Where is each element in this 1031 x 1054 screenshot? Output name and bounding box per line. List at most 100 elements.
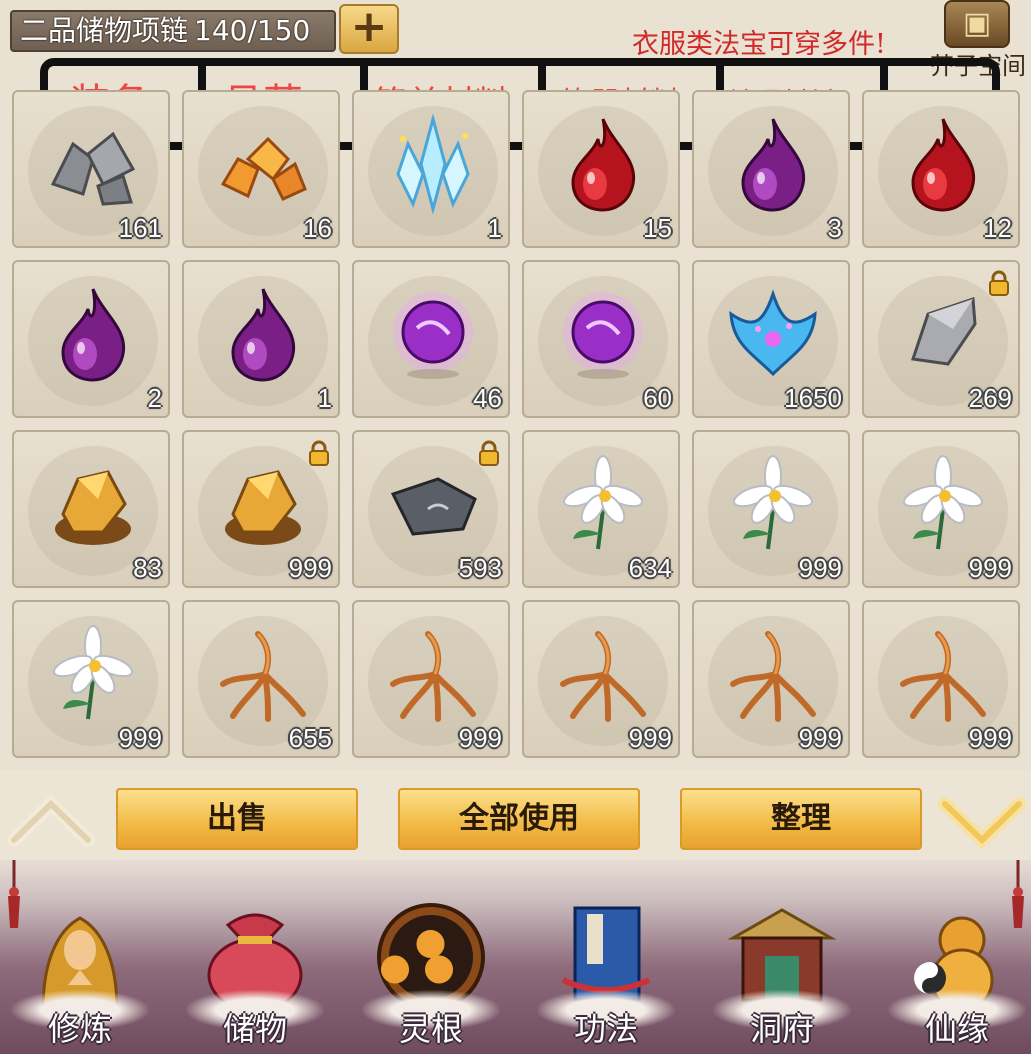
scroll-up-icon[interactable] bbox=[6, 790, 96, 850]
white-lily-icon bbox=[43, 624, 143, 724]
nav-cultivate[interactable]: 修炼 bbox=[5, 880, 155, 1054]
nav-label: 仙缘 bbox=[924, 1010, 989, 1048]
item-quantity: 999 bbox=[288, 553, 332, 583]
nav-label: 修炼 bbox=[47, 1010, 112, 1048]
item-quantity: 3 bbox=[827, 213, 842, 243]
item-quantity: 999 bbox=[798, 553, 842, 583]
scroll-down-icon[interactable] bbox=[937, 790, 1027, 850]
item-quantity: 999 bbox=[968, 723, 1012, 753]
ginseng-root-icon bbox=[553, 624, 653, 724]
nav-skill[interactable]: 功法 bbox=[531, 880, 681, 1054]
nav-label: 储物 bbox=[222, 1010, 287, 1048]
item-quantity: 2 bbox=[147, 383, 162, 413]
storage-name: 二品储物项链 bbox=[20, 14, 189, 47]
orange-ore-icon bbox=[213, 114, 313, 214]
item-slot[interactable]: 46 bbox=[352, 260, 510, 418]
tassel-right-icon bbox=[1012, 860, 1024, 928]
ice-crystal-icon bbox=[383, 114, 483, 214]
item-quantity: 1 bbox=[317, 383, 332, 413]
item-slot[interactable]: 1 bbox=[182, 260, 340, 418]
item-slot[interactable]: 999 bbox=[522, 600, 680, 758]
expand-storage-button[interactable]: + bbox=[339, 4, 399, 54]
item-slot[interactable]: 2 bbox=[12, 260, 170, 418]
item-quantity: 999 bbox=[458, 723, 502, 753]
tassel-left-icon bbox=[8, 860, 20, 928]
action-bar: 出售 全部使用 整理 bbox=[0, 770, 1031, 860]
item-slot[interactable]: 634 bbox=[522, 430, 680, 588]
item-quantity: 999 bbox=[968, 553, 1012, 583]
item-slot[interactable]: 1 bbox=[352, 90, 510, 248]
ginseng-root-icon bbox=[893, 624, 993, 724]
purple-orb-icon bbox=[383, 284, 483, 384]
bottom-nav: 修炼 储物 灵根 功法 洞府 仙缘 bbox=[0, 860, 1031, 1054]
item-quantity: 1650 bbox=[784, 383, 842, 413]
nav-storage[interactable]: 储物 bbox=[180, 880, 330, 1054]
purple-orb-icon bbox=[553, 284, 653, 384]
item-quantity: 83 bbox=[133, 553, 162, 583]
purple-flame-icon bbox=[723, 114, 823, 214]
item-slot[interactable]: 15 bbox=[522, 90, 680, 248]
lock-icon bbox=[988, 270, 1010, 296]
ginseng-root-icon bbox=[383, 624, 483, 724]
nav-label: 灵根 bbox=[398, 1010, 463, 1048]
lock-icon bbox=[478, 440, 500, 466]
item-quantity: 999 bbox=[118, 723, 162, 753]
gold-ore-icon bbox=[43, 454, 143, 554]
top-bar: 二品储物项链 140/150 + 衣服类法宝可穿多件! ▣ 芥子空间 bbox=[0, 0, 1031, 80]
item-slot[interactable]: 16 bbox=[182, 90, 340, 248]
item-quantity: 60 bbox=[643, 383, 672, 413]
use-all-button[interactable]: 全部使用 bbox=[398, 788, 640, 850]
lock-icon bbox=[308, 440, 330, 466]
item-quantity: 1 bbox=[487, 213, 502, 243]
nav-root[interactable]: 灵根 bbox=[356, 880, 506, 1054]
item-slot[interactable]: 999 bbox=[182, 430, 340, 588]
red-flame-icon bbox=[553, 114, 653, 214]
item-slot[interactable]: 60 bbox=[522, 260, 680, 418]
item-quantity: 12 bbox=[983, 213, 1012, 243]
item-slot[interactable]: 269 bbox=[862, 260, 1020, 418]
nav-cave[interactable]: 洞府 bbox=[707, 880, 857, 1054]
dark-stone-icon bbox=[383, 454, 483, 554]
item-quantity: 16 bbox=[303, 213, 332, 243]
red-flame-icon bbox=[893, 114, 993, 214]
grey-stone-icon bbox=[893, 284, 993, 384]
sort-button[interactable]: 整理 bbox=[680, 788, 922, 850]
white-lily-icon bbox=[893, 454, 993, 554]
item-slot[interactable]: 999 bbox=[692, 430, 850, 588]
sell-button[interactable]: 出售 bbox=[116, 788, 358, 850]
item-quantity: 634 bbox=[628, 553, 672, 583]
nav-label: 洞府 bbox=[749, 1010, 814, 1048]
item-slot[interactable]: 999 bbox=[352, 600, 510, 758]
item-slot[interactable]: 83 bbox=[12, 430, 170, 588]
chest-icon: ▣ bbox=[944, 0, 1010, 48]
item-quantity: 161 bbox=[118, 213, 162, 243]
ginseng-root-icon bbox=[213, 624, 313, 724]
storage-capacity: 二品储物项链 140/150 bbox=[10, 10, 336, 52]
item-grid: 161 16 1 15 3 12 2 1 46 60 1650 269 83 999 593 634 999 99… bbox=[0, 88, 1031, 764]
item-slot[interactable]: 999 bbox=[692, 600, 850, 758]
gold-ore-icon bbox=[213, 454, 313, 554]
item-slot[interactable]: 655 bbox=[182, 600, 340, 758]
item-slot[interactable]: 999 bbox=[12, 600, 170, 758]
notice-text: 衣服类法宝可穿多件! bbox=[632, 29, 886, 60]
item-slot[interactable]: 12 bbox=[862, 90, 1020, 248]
purple-flame-icon bbox=[43, 284, 143, 384]
item-quantity: 46 bbox=[473, 383, 502, 413]
item-slot[interactable]: 1650 bbox=[692, 260, 850, 418]
ginseng-root-icon bbox=[723, 624, 823, 724]
white-lily-icon bbox=[723, 454, 823, 554]
purple-flame-icon bbox=[213, 284, 313, 384]
item-slot[interactable]: 999 bbox=[862, 430, 1020, 588]
item-slot[interactable]: 161 bbox=[12, 90, 170, 248]
item-quantity: 655 bbox=[288, 723, 332, 753]
blue-spirit-flower-icon bbox=[723, 284, 823, 384]
item-quantity: 999 bbox=[798, 723, 842, 753]
item-slot[interactable]: 999 bbox=[862, 600, 1020, 758]
item-quantity: 15 bbox=[643, 213, 672, 243]
nav-label: 功法 bbox=[573, 1010, 638, 1048]
storage-count: 140/150 bbox=[194, 14, 311, 47]
item-slot[interactable]: 593 bbox=[352, 430, 510, 588]
white-lily-icon bbox=[553, 454, 653, 554]
item-quantity: 269 bbox=[968, 383, 1012, 413]
item-slot[interactable]: 3 bbox=[692, 90, 850, 248]
